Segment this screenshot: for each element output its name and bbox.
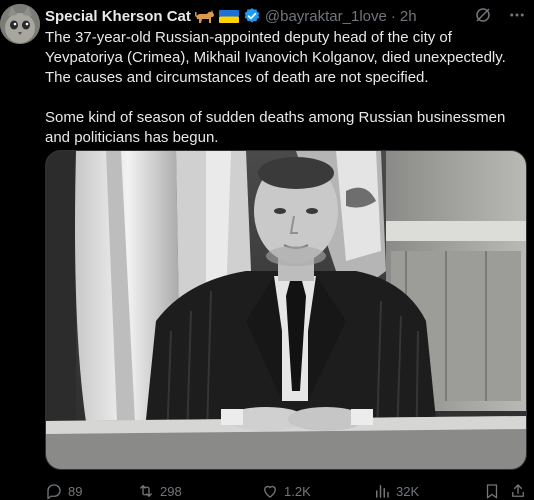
ukraine-flag-emoji (218, 9, 239, 24)
separator-dot: · (390, 7, 396, 25)
repost-icon (140, 485, 152, 497)
grok-icon[interactable] (474, 6, 492, 24)
tweet-paragraph-1: The 37-year-old Russian-appointed deputy… (45, 29, 506, 86)
like-count: 1.2K (284, 483, 311, 499)
reply-button[interactable]: 89 (45, 482, 82, 500)
repost-count: 298 (160, 483, 182, 499)
tweet[interactable]: Special Kherson Cat @bayraktar_1love · 2… (0, 0, 534, 500)
reply-icon (47, 484, 61, 500)
avatar[interactable] (0, 4, 40, 44)
reply-count: 89 (68, 483, 83, 499)
cat-emoji (194, 8, 215, 24)
action-bar: 89 298 1.2K 32K (45, 480, 527, 500)
tweet-paragraph-2: Some kind of season of sudden deaths amo… (45, 109, 506, 146)
bookmark-button[interactable] (483, 482, 501, 500)
verified-badge-icon[interactable] (243, 7, 261, 25)
author-handle[interactable]: @bayraktar_1love (265, 8, 387, 25)
top-icons (474, 6, 526, 24)
author-name[interactable]: Special Kherson Cat (45, 8, 191, 25)
views-count: 32K (396, 483, 420, 499)
tweet-text: The 37-year-old Russian-appointed deputy… (45, 28, 529, 148)
like-icon (264, 485, 276, 498)
repost-button[interactable]: 298 (137, 482, 182, 500)
like-button[interactable]: 1.2K (261, 482, 311, 500)
timestamp[interactable]: 2h (400, 8, 417, 25)
views-button[interactable]: 32K (373, 482, 419, 500)
tweet-photo[interactable] (45, 150, 527, 470)
more-icon[interactable] (508, 6, 526, 24)
views-icon (376, 485, 389, 498)
share-icon (512, 484, 524, 497)
tweet-header: Special Kherson Cat @bayraktar_1love · 2… (45, 6, 417, 26)
bookmark-icon (486, 484, 498, 499)
share-button[interactable] (509, 482, 527, 500)
